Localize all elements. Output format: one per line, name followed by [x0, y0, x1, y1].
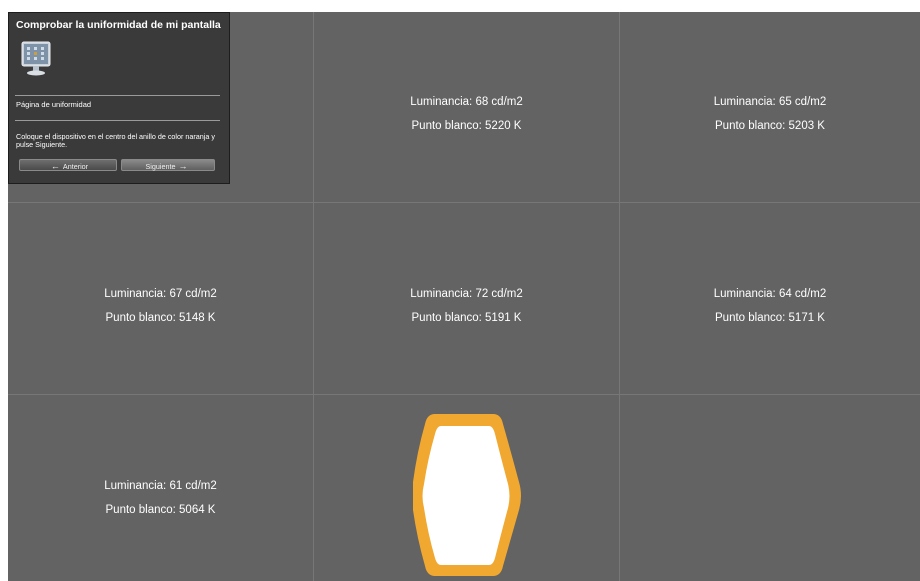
white-point-value: Punto blanco: 5064 K — [105, 504, 216, 516]
luminance-value: Luminancia: 65 cd/m2 — [713, 96, 827, 108]
arrow-right-icon: → — [178, 161, 188, 171]
grid-cell-r3c2[interactable] — [314, 395, 619, 581]
previous-button[interactable]: ← Anterior — [19, 159, 117, 171]
grid-cell-r3c3 — [620, 395, 920, 581]
grid-cell-r3c1: Luminancia: 61 cd/m2 Punto blanco: 5064 … — [8, 395, 313, 581]
measurement-readout: Luminancia: 64 cd/m2 Punto blanco: 5171 … — [620, 282, 920, 330]
panel-title: Comprobar la uniformidad de mi pantalla — [16, 19, 221, 31]
uniformity-control-panel: Comprobar la uniformidad de mi pantalla … — [8, 12, 230, 184]
luminance-value: Luminancia: 64 cd/m2 — [713, 288, 827, 300]
white-point-value: Punto blanco: 5220 K — [411, 120, 522, 132]
measurement-readout: Luminancia: 68 cd/m2 Punto blanco: 5220 … — [314, 90, 619, 138]
measurement-readout: Luminancia: 61 cd/m2 Punto blanco: 5064 … — [8, 474, 313, 522]
luminance-value: Luminancia: 68 cd/m2 — [410, 96, 523, 108]
next-button[interactable]: Siguiente → — [121, 159, 215, 171]
white-point-value: Punto blanco: 5191 K — [411, 312, 522, 324]
white-point-value: Punto blanco: 5148 K — [105, 312, 216, 324]
monitor-icon — [21, 41, 51, 76]
white-point-value: Punto blanco: 5203 K — [715, 120, 825, 132]
divider — [15, 95, 220, 96]
luminance-value: Luminancia: 67 cd/m2 — [104, 288, 217, 300]
instructions-text: Coloque el dispositivo en el centro del … — [16, 132, 215, 150]
grid-cell-r2c1: Luminancia: 67 cd/m2 Punto blanco: 5148 … — [8, 203, 313, 394]
uniformity-screen: Luminancia: 68 cd/m2 Punto blanco: 5220 … — [8, 12, 920, 581]
grid-cell-r2c2: Luminancia: 72 cd/m2 Punto blanco: 5191 … — [314, 203, 619, 394]
grid-cell-r2c3: Luminancia: 64 cd/m2 Punto blanco: 5171 … — [620, 203, 920, 394]
measurement-target-ring[interactable] — [413, 412, 523, 578]
previous-button-label: Anterior — [62, 162, 89, 171]
grid-cell-r1c3: Luminancia: 65 cd/m2 Punto blanco: 5203 … — [620, 12, 920, 202]
page-subtitle: Página de uniformidad — [16, 100, 92, 109]
measurement-readout: Luminancia: 65 cd/m2 Punto blanco: 5203 … — [620, 90, 920, 138]
measurement-readout: Luminancia: 67 cd/m2 Punto blanco: 5148 … — [8, 282, 313, 330]
measurement-readout: Luminancia: 72 cd/m2 Punto blanco: 5191 … — [314, 282, 619, 330]
luminance-value: Luminancia: 72 cd/m2 — [410, 288, 523, 300]
next-button-label: Siguiente — [145, 162, 176, 171]
arrow-left-icon: ← — [50, 161, 60, 171]
grid-cell-r1c2: Luminancia: 68 cd/m2 Punto blanco: 5220 … — [314, 12, 619, 202]
white-point-value: Punto blanco: 5171 K — [715, 312, 825, 324]
luminance-value: Luminancia: 61 cd/m2 — [104, 480, 217, 492]
divider — [15, 120, 220, 121]
